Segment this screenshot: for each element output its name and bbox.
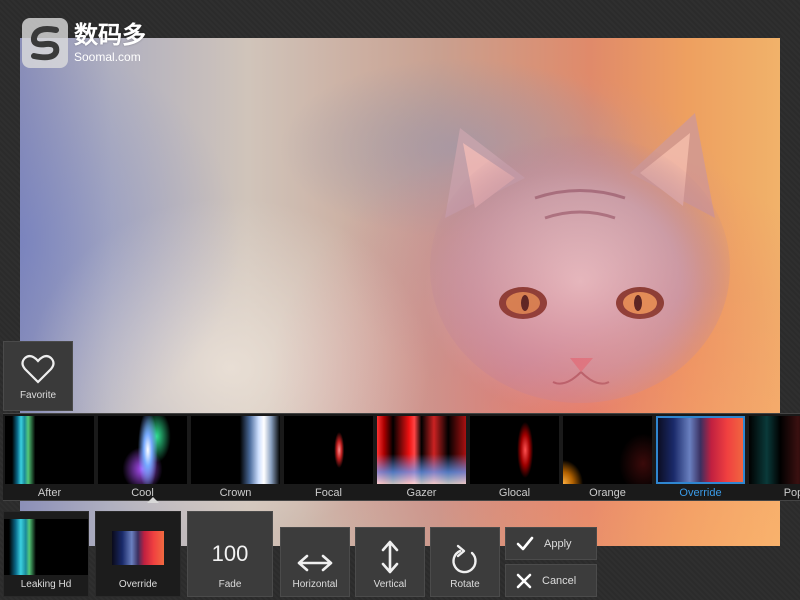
effect-thumbnail	[470, 416, 559, 484]
effect-orange[interactable]: Orange	[563, 416, 652, 499]
fade-button[interactable]: 100 Fade	[187, 511, 273, 597]
current-effect-thumbnail	[4, 519, 88, 575]
watermark-chinese-text: 数码多	[74, 21, 146, 49]
effect-after[interactable]: After	[5, 416, 94, 499]
rotate-label: Rotate	[450, 579, 480, 590]
horizontal-flip-button[interactable]: Horizontal	[280, 527, 350, 597]
effect-label: Orange	[589, 487, 626, 499]
effect-thumbnail	[563, 416, 652, 484]
effect-gazer[interactable]: Gazer	[377, 416, 466, 499]
cancel-label: Cancel	[542, 574, 577, 587]
fade-label: Fade	[218, 579, 242, 590]
effect-thumbnail	[284, 416, 373, 484]
cancel-button[interactable]: Cancel	[505, 564, 597, 597]
effect-label: Override	[679, 487, 722, 499]
effect-label: Cool	[131, 487, 154, 499]
effect-cool[interactable]: Cool	[98, 416, 187, 499]
current-effect-label: Leaking Hd	[20, 579, 72, 590]
soomal-logo-icon	[22, 18, 68, 68]
close-icon	[516, 573, 532, 588]
favorite-button[interactable]: Favorite	[3, 341, 73, 411]
effect-thumbnail	[749, 416, 800, 484]
overlay-button[interactable]: Override	[95, 511, 181, 597]
apply-button[interactable]: Apply	[505, 527, 597, 560]
overlay-label: Override	[118, 579, 158, 590]
effect-label: Crown	[219, 487, 252, 499]
effect-crown[interactable]: Crown	[191, 416, 280, 499]
current-effect-button[interactable]: Leaking Hd	[3, 511, 89, 597]
effect-label: Pop	[783, 487, 800, 499]
favorite-label: Favorite	[19, 390, 57, 401]
horizontal-arrows-icon	[297, 554, 333, 572]
effect-thumbnail	[98, 416, 187, 484]
vertical-label: Vertical	[373, 579, 407, 590]
effect-label: Focal	[315, 487, 342, 499]
horizontal-label: Horizontal	[292, 579, 338, 590]
effect-label: Glocal	[498, 487, 531, 499]
rotate-icon	[452, 544, 477, 574]
vertical-arrows-icon	[381, 540, 399, 574]
effect-thumbnail	[5, 416, 94, 484]
selection-caret	[147, 497, 159, 503]
heart-outline-icon	[21, 354, 55, 384]
effect-override[interactable]: Override	[656, 416, 745, 499]
fade-value: 100	[211, 541, 249, 566]
effect-thumbnail	[377, 416, 466, 484]
checkmark-icon	[516, 536, 534, 550]
overlay-thumbnail	[112, 531, 164, 565]
effects-strip[interactable]: After Cool Crown Focal Gazer Glocal Oran…	[3, 413, 800, 501]
effect-glocal[interactable]: Glocal	[470, 416, 559, 499]
watermark-logo: 数码多 Soomal.com	[22, 18, 146, 68]
effect-thumbnail	[656, 416, 745, 484]
vertical-flip-button[interactable]: Vertical	[355, 527, 425, 597]
effect-label: Gazer	[406, 487, 437, 499]
apply-label: Apply	[544, 537, 572, 550]
rotate-button[interactable]: Rotate	[430, 527, 500, 597]
effect-thumbnail	[191, 416, 280, 484]
effect-pop[interactable]: Pop	[749, 416, 800, 499]
watermark-english-text: Soomal.com	[74, 49, 141, 64]
effect-focal[interactable]: Focal	[284, 416, 373, 499]
effect-label: After	[37, 487, 62, 499]
